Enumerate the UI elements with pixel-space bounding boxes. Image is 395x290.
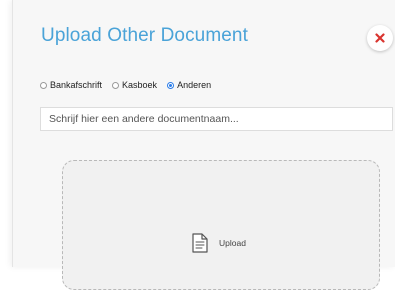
radio-circle[interactable] <box>112 81 120 89</box>
upload-label: Upload <box>219 238 246 248</box>
document-name-input[interactable] <box>40 107 393 131</box>
radio-label: Kasboek <box>122 80 158 90</box>
document-type-radio-group: Bankafschrift Kasboek Anderen <box>40 80 221 90</box>
upload-target[interactable]: Upload <box>191 233 246 253</box>
radio-circle-selected[interactable] <box>167 81 175 89</box>
close-button[interactable] <box>367 25 393 51</box>
radio-label: Bankafschrift <box>50 80 103 90</box>
radio-kasboek[interactable]: Kasboek <box>112 80 157 90</box>
upload-dropzone[interactable]: Upload <box>62 160 380 290</box>
radio-label: Anderen <box>177 80 212 90</box>
radio-anderen[interactable]: Anderen <box>167 80 211 90</box>
radio-circle[interactable] <box>40 81 47 89</box>
upload-dialog: Upload Other Document Bankafschrift Kasb… <box>12 0 395 290</box>
close-x-icon <box>375 33 385 43</box>
document-icon <box>192 233 208 253</box>
radio-bankafschrift[interactable]: Bankafschrift <box>40 80 102 90</box>
dialog-title: Upload Other Document <box>41 25 248 46</box>
